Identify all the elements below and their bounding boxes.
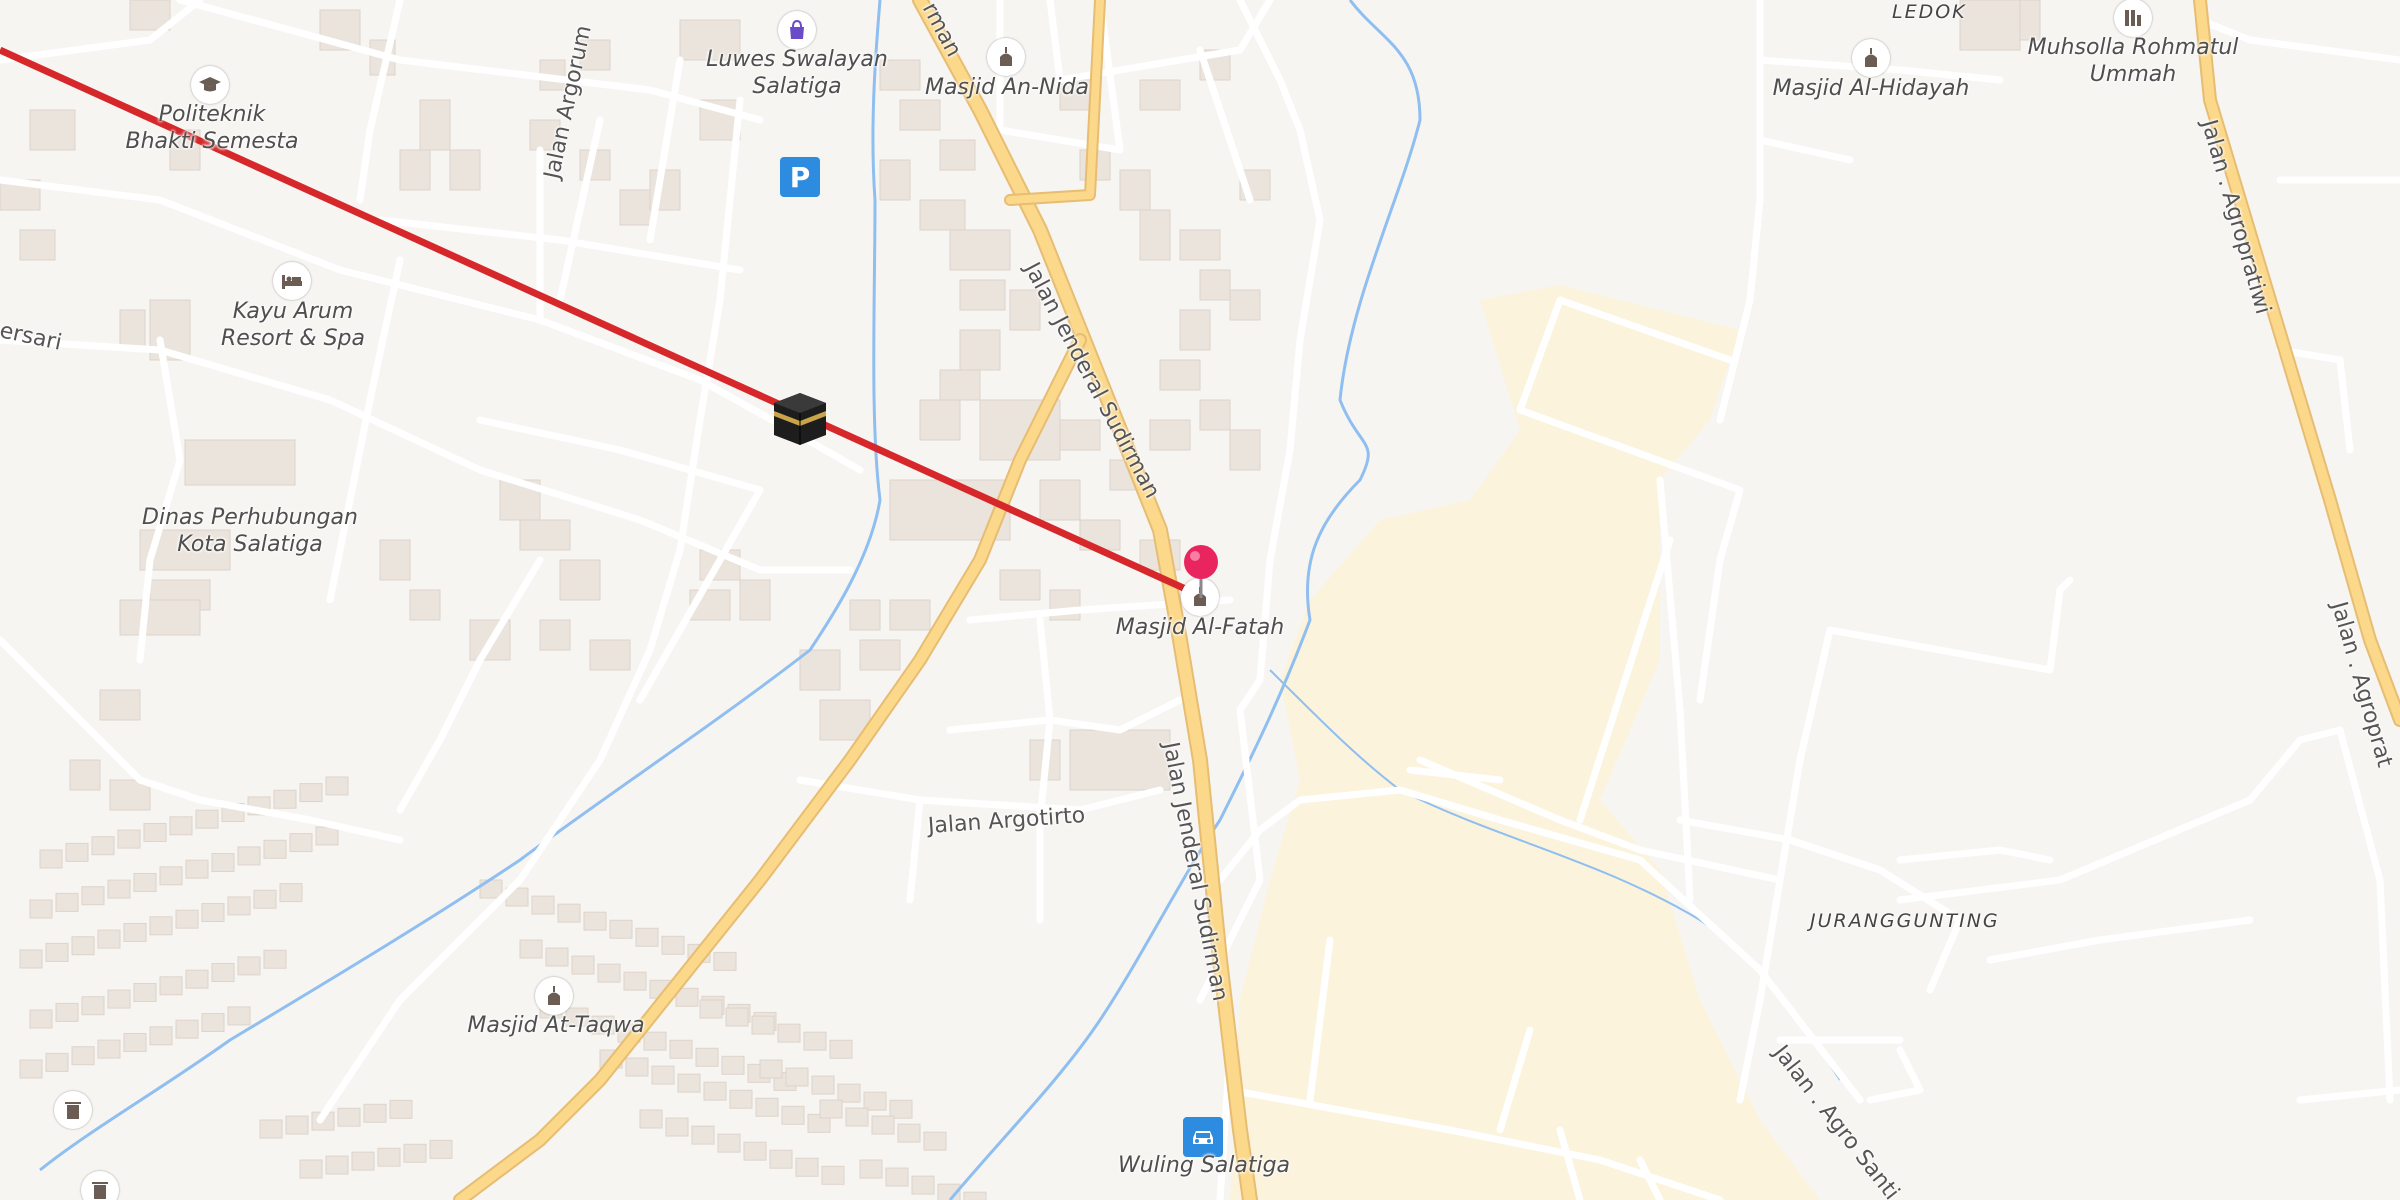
mosque-icon[interactable] [535,977,573,1015]
map-pin-icon[interactable] [1183,544,1219,600]
area-label-ledok: LEDOK [1892,1,1967,23]
poi-label-politeknik[interactable]: Politeknik Bhakti Semesta [125,101,298,155]
kaaba-icon[interactable] [772,391,828,447]
mosque-icon[interactable] [987,38,1025,76]
poi-label-dinas-perhubungan[interactable]: Dinas Perhubungan Kota Salatiga [142,504,358,558]
buildings [0,0,2041,811]
poi-label-an-nida[interactable]: Masjid An-Nida [925,74,1089,101]
farmland-areas [1230,285,1820,1200]
parking-icon[interactable]: P [780,157,820,197]
poi-label-kayu-arum[interactable]: Kayu Arum Resort & Spa [221,298,365,352]
graduation-cap-icon[interactable] [191,66,229,104]
map-view[interactable]: Politeknik Bhakti Semesta Luwes Swalayan… [0,0,2400,1200]
shopping-bag-icon[interactable] [778,11,816,49]
bed-icon[interactable] [273,262,311,300]
waste-basket-icon[interactable] [54,1091,92,1129]
area-label-juranggunting: JURANGGUNTING [1810,910,2000,932]
poi-label-at-taqwa[interactable]: Masjid At-Taqwa [467,1012,644,1039]
housing-blocks [19,776,987,1200]
mosque-icon[interactable] [1852,39,1890,77]
poi-label-al-hidayah[interactable]: Masjid Al-Hidayah [1773,75,1970,102]
poi-label-al-fatah[interactable]: Masjid Al-Fatah [1116,614,1284,641]
poi-label-wuling[interactable]: Wuling Salatiga [1118,1152,1290,1179]
car-dealer-icon[interactable] [1183,1117,1223,1157]
prayer-room-icon[interactable] [2114,0,2152,37]
poi-label-rohmatul-ummah[interactable]: Muhsolla Rohmatul Ummah [2028,34,2239,88]
poi-label-luwes[interactable]: Luwes Swalayan Salatiga [706,46,888,100]
